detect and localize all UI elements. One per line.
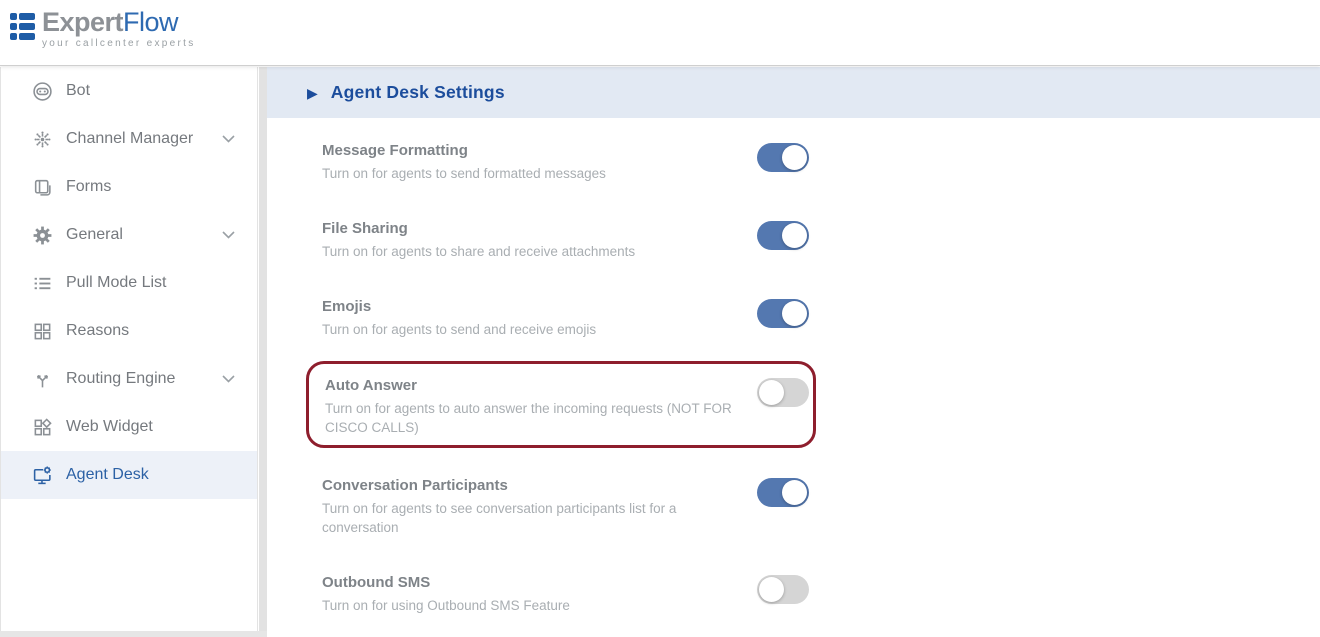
setting-description: Turn on for agents to share and receive …	[322, 242, 635, 261]
grid-icon	[31, 320, 53, 342]
toggle-knob	[782, 301, 807, 326]
setting-texts: Emojis Turn on for agents to send and re…	[322, 297, 596, 339]
sidebar-item-label: Bot	[66, 82, 90, 100]
highlight-annotation-box: Auto Answer Turn on for agents to auto a…	[306, 361, 816, 448]
sidebar-item-forms[interactable]: Forms	[1, 163, 257, 211]
brand-name-secondary: Flow	[123, 7, 178, 37]
setting-description: Turn on for agents to send formatted mes…	[322, 164, 606, 183]
bot-icon	[31, 80, 53, 102]
sidebar-item-label: General	[66, 226, 123, 244]
expertflow-logo-icon	[10, 13, 35, 40]
widget-icon	[31, 416, 53, 438]
chevron-down-icon[interactable]	[222, 375, 235, 383]
settings-list: Message Formatting Turn on for agents to…	[267, 118, 1320, 615]
page-title: Agent Desk Settings	[331, 82, 505, 103]
sidebar-item-label: Forms	[66, 178, 111, 196]
setting-title: Emojis	[322, 297, 596, 316]
toggle-file-sharing[interactable]	[757, 221, 809, 250]
setting-texts: Outbound SMS Turn on for using Outbound …	[322, 573, 570, 615]
setting-title: Auto Answer	[325, 376, 743, 395]
toggle-message-formatting[interactable]	[757, 143, 809, 172]
sidebar-item-label: Routing Engine	[66, 370, 175, 388]
bottom-strip	[0, 631, 267, 637]
toggle-knob	[759, 380, 784, 405]
toggle-auto-answer[interactable]	[757, 378, 809, 407]
setting-title: File Sharing	[322, 219, 635, 238]
sidebar-item-label: Agent Desk	[66, 466, 149, 484]
app-window: ExpertFlow your callcenter experts Bot	[0, 0, 1320, 637]
sidebar-item-general[interactable]: General	[1, 211, 257, 259]
chevron-down-icon[interactable]	[222, 135, 235, 143]
toggle-knob	[782, 145, 807, 170]
forms-icon	[31, 176, 53, 198]
sidebar-item-web-widget[interactable]: Web Widget	[1, 403, 257, 451]
toggle-knob	[782, 480, 807, 505]
routing-icon	[31, 368, 53, 390]
sidebar-item-pull-mode-list[interactable]: Pull Mode List	[1, 259, 257, 307]
sidebar-item-reasons[interactable]: Reasons	[1, 307, 257, 355]
toggle-conversation-participants[interactable]	[757, 478, 809, 507]
brand-name-primary: Expert	[42, 7, 123, 37]
gear-icon	[31, 224, 53, 246]
triangle-right-icon: ▶	[307, 86, 318, 100]
setting-row-outbound-sms: Outbound SMS Turn on for using Outbound …	[322, 573, 809, 615]
setting-description: Turn on for agents to auto answer the in…	[325, 399, 743, 437]
sidebar-item-routing-engine[interactable]: Routing Engine	[1, 355, 257, 403]
setting-row-conversation-participants: Conversation Participants Turn on for ag…	[322, 476, 809, 537]
setting-row-emojis: Emojis Turn on for agents to send and re…	[322, 297, 809, 339]
setting-row-file-sharing: File Sharing Turn on for agents to share…	[322, 219, 809, 261]
agent-desk-icon	[31, 464, 53, 486]
setting-texts: Conversation Participants Turn on for ag…	[322, 476, 740, 537]
brand-logo: ExpertFlow your callcenter experts	[10, 8, 196, 49]
topbar: ExpertFlow your callcenter experts	[0, 0, 1320, 66]
sidebar: Bot Channel Manager	[0, 67, 258, 631]
main-content: ▶ Agent Desk Settings Message Formatting…	[267, 67, 1320, 637]
sidebar-item-agent-desk[interactable]: Agent Desk	[1, 451, 257, 499]
setting-title: Outbound SMS	[322, 573, 570, 592]
sidebar-item-label: Channel Manager	[66, 130, 193, 148]
setting-title: Message Formatting	[322, 141, 606, 160]
content-scrollbar[interactable]	[259, 67, 267, 637]
chevron-down-icon[interactable]	[222, 231, 235, 239]
toggle-knob	[782, 223, 807, 248]
setting-texts: Message Formatting Turn on for agents to…	[322, 141, 606, 183]
section-header[interactable]: ▶ Agent Desk Settings	[267, 67, 1320, 118]
setting-texts: File Sharing Turn on for agents to share…	[322, 219, 635, 261]
brand-tagline: your callcenter experts	[42, 38, 196, 49]
toggle-knob	[759, 577, 784, 602]
brand-text: ExpertFlow your callcenter experts	[42, 8, 196, 49]
sidebar-item-channel-manager[interactable]: Channel Manager	[1, 115, 257, 163]
setting-texts: Auto Answer Turn on for agents to auto a…	[325, 376, 743, 437]
brand-name: ExpertFlow	[42, 8, 196, 36]
setting-description: Turn on for agents to send and receive e…	[322, 320, 596, 339]
hub-icon	[31, 128, 53, 150]
setting-description: Turn on for using Outbound SMS Feature	[322, 596, 570, 615]
setting-row-message-formatting: Message Formatting Turn on for agents to…	[322, 141, 809, 183]
sidebar-item-label: Reasons	[66, 322, 129, 340]
setting-title: Conversation Participants	[322, 476, 740, 495]
toggle-outbound-sms[interactable]	[757, 575, 809, 604]
setting-description: Turn on for agents to see conversation p…	[322, 499, 740, 537]
sidebar-item-bot[interactable]: Bot	[1, 67, 257, 115]
sidebar-item-label: Web Widget	[66, 418, 153, 436]
list-icon	[31, 272, 53, 294]
sidebar-item-label: Pull Mode List	[66, 274, 167, 292]
toggle-emojis[interactable]	[757, 299, 809, 328]
setting-row-auto-answer: Auto Answer Turn on for agents to auto a…	[325, 376, 809, 437]
